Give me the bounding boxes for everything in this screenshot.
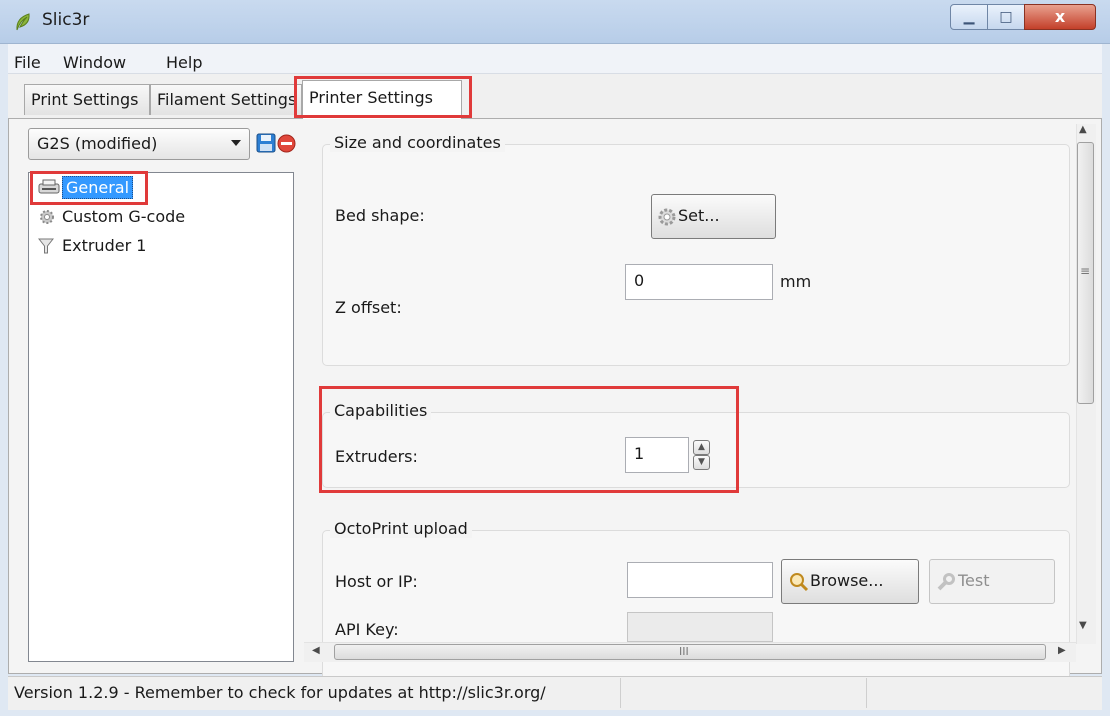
- z-offset-unit: mm: [780, 272, 812, 291]
- api-key-label: API Key:: [335, 620, 399, 639]
- menu-window[interactable]: Window: [63, 53, 126, 72]
- tree-item-label: Custom G-code: [62, 207, 186, 226]
- group-title-octoprint: OctoPrint upload: [330, 519, 472, 538]
- minimize-button[interactable]: ▁: [950, 4, 988, 30]
- tree-item-label: Extruder 1: [62, 236, 147, 255]
- close-button[interactable]: x: [1024, 4, 1096, 30]
- z-offset-label: Z offset:: [335, 298, 402, 317]
- status-divider: [866, 678, 867, 708]
- test-button[interactable]: Test: [929, 559, 1055, 604]
- scroll-left-arrow[interactable]: ◀: [312, 645, 320, 656]
- magnifier-icon: [789, 572, 809, 592]
- funnel-icon: [38, 237, 56, 254]
- scroll-grip-h: III: [679, 645, 689, 658]
- slic3r-logo-icon: [14, 12, 32, 32]
- gear-icon: [656, 206, 678, 228]
- tab-filament-settings[interactable]: Filament Settings: [150, 84, 302, 115]
- browse-button-label: Browse...: [810, 571, 884, 590]
- tree-item-extruder-1[interactable]: Extruder 1: [38, 236, 146, 262]
- host-label: Host or IP:: [335, 572, 418, 591]
- group-octoprint: [322, 530, 1070, 690]
- tree-item-custom-gcode[interactable]: Custom G-code: [38, 207, 185, 233]
- window-title: Slic3r: [42, 10, 90, 30]
- menu-file[interactable]: File: [14, 53, 41, 72]
- test-button-label: Test: [958, 571, 990, 590]
- scroll-down-arrow[interactable]: ▼: [1079, 620, 1087, 631]
- scroll-up-arrow[interactable]: ▲: [1079, 124, 1087, 135]
- chevron-down-icon[interactable]: [231, 140, 241, 146]
- scroll-right-arrow[interactable]: ▶: [1058, 645, 1066, 656]
- group-size-coordinates: [322, 144, 1070, 366]
- api-key-input[interactable]: [627, 612, 773, 642]
- host-input[interactable]: [627, 562, 773, 598]
- browse-button[interactable]: Browse...: [781, 559, 919, 604]
- highlight-box-general: [30, 171, 148, 205]
- tab-print-settings[interactable]: Print Settings: [24, 84, 150, 115]
- horizontal-scroll-thumb[interactable]: [334, 644, 1046, 660]
- z-offset-input[interactable]: 0: [625, 264, 773, 300]
- preset-dropdown[interactable]: G2S (modified): [28, 128, 250, 160]
- maximize-button[interactable]: □: [987, 4, 1025, 30]
- status-divider: [620, 678, 621, 708]
- group-title-size: Size and coordinates: [330, 133, 505, 152]
- gear-icon: [38, 208, 56, 224]
- scroll-grip-v: ≡: [1080, 264, 1091, 278]
- save-preset-icon[interactable]: [256, 133, 276, 153]
- menu-help[interactable]: Help: [166, 53, 202, 72]
- bed-shape-set-button[interactable]: Set...: [651, 194, 776, 239]
- set-button-label: Set...: [678, 206, 720, 225]
- wrench-icon: [936, 572, 956, 592]
- highlight-box-printer-tab: [294, 76, 472, 118]
- status-text: Version 1.2.9 - Remember to check for up…: [14, 683, 546, 702]
- highlight-box-capabilities: [319, 386, 739, 493]
- title-bar: [0, 0, 1110, 44]
- bed-shape-label: Bed shape:: [335, 206, 425, 225]
- delete-preset-icon[interactable]: [277, 134, 296, 153]
